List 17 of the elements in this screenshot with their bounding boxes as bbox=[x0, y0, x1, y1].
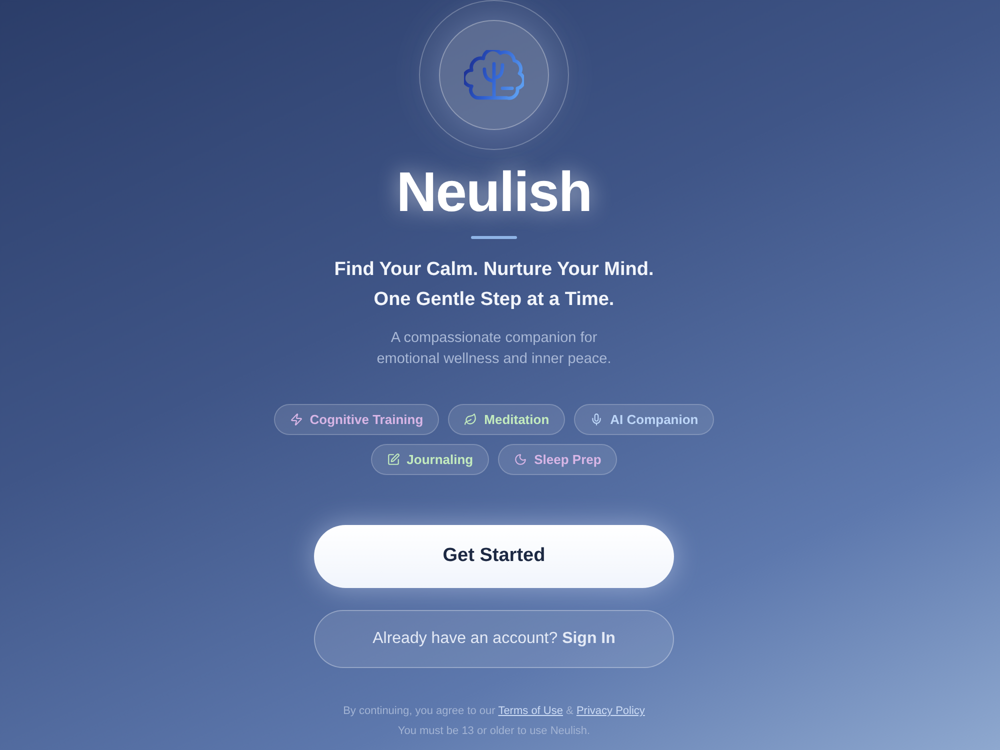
tagline: One Gentle Step at a Time. bbox=[374, 288, 614, 312]
description-text: emotional wellness and inner peace. bbox=[376, 350, 612, 369]
app-title: Neulish bbox=[396, 164, 592, 220]
terms-notice: By continuing, you agree to our Terms of Use & Privacy Policy bbox=[343, 704, 645, 719]
sign-in-button[interactable]: Already have an account? Sign In bbox=[314, 610, 674, 668]
get-started-button[interactable]: Get Started bbox=[314, 525, 674, 588]
feature-tag-label: Cognitive Training bbox=[310, 410, 424, 429]
brain-icon bbox=[464, 50, 524, 100]
description-text: A compassionate companion for bbox=[390, 329, 598, 348]
privacy-policy-link[interactable]: Privacy Policy bbox=[576, 705, 645, 717]
feature-tag-label: AI Companion bbox=[610, 410, 698, 429]
feature-tag-label: Journaling bbox=[406, 450, 474, 469]
age-notice: You must be 13 or older to use Neulish. bbox=[398, 724, 590, 739]
feature-tag-label: Sleep Prep bbox=[534, 450, 602, 469]
terms-of-use-link[interactable]: Terms of Use bbox=[498, 705, 563, 717]
tagline: Find Your Calm. Nurture Your Mind. bbox=[334, 258, 654, 282]
feature-tag-label: Meditation bbox=[484, 410, 550, 429]
